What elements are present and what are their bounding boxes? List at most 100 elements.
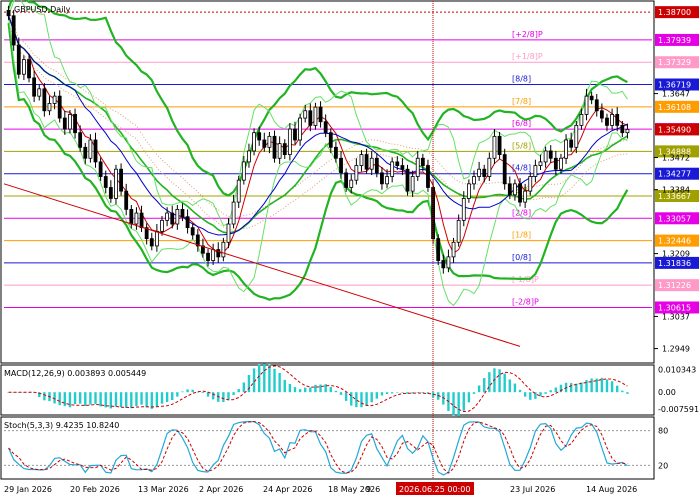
macd-bar (605, 379, 609, 393)
candle-body (528, 176, 533, 192)
candle-body (98, 161, 103, 177)
macd-bar (390, 392, 394, 394)
candle-body (185, 216, 190, 229)
candle-body (221, 241, 226, 258)
price-tick-label: 1.3472 (662, 154, 690, 163)
candle-body (497, 135, 502, 156)
macd-bar (385, 392, 389, 395)
macd-bar (298, 389, 302, 393)
price-tick-label: 1.2949 (662, 345, 690, 354)
macd-bar (150, 392, 153, 409)
candle-body (27, 59, 31, 79)
candle-body (88, 139, 93, 159)
candle-body (344, 172, 349, 188)
candle-body (574, 124, 579, 148)
candle-body (62, 117, 67, 130)
candle-body (37, 88, 42, 97)
macd-bar (73, 392, 77, 405)
murrey-label: [8/8] (512, 74, 531, 83)
macd-bar (626, 392, 629, 394)
candle-body (538, 161, 543, 166)
murrey-price: 1.32446 (658, 237, 691, 246)
candle-body (599, 110, 604, 119)
candle-body (451, 241, 456, 258)
macd-bar (513, 383, 517, 393)
macd-bar (314, 384, 317, 393)
macd-bar (186, 389, 189, 393)
candle-body (241, 161, 246, 181)
x-axis-label: 2 Apr 2026 (199, 485, 243, 494)
candle-body (11, 15, 16, 46)
candle-body (446, 256, 451, 269)
candle-body (523, 190, 528, 203)
macd-bar (283, 379, 286, 393)
macd-bar (181, 391, 184, 393)
macd-bar (554, 387, 558, 393)
candle-body (267, 135, 272, 148)
candle-body (226, 223, 231, 243)
candle-body (32, 77, 37, 97)
candle-body (502, 154, 507, 185)
macd-bar (344, 392, 348, 401)
murrey-label: [0/8] (512, 253, 531, 262)
candle-body (380, 172, 384, 185)
macd-bar (165, 392, 169, 403)
candle-body (108, 187, 113, 199)
candle-body (605, 117, 609, 126)
murrey-price: 1.34277 (658, 170, 691, 179)
macd-bar (130, 392, 133, 409)
candle-body (293, 128, 297, 141)
macd-bar (288, 383, 292, 393)
candle-body (472, 176, 476, 185)
murrey-label: [7/8] (512, 97, 531, 106)
candle-body (165, 212, 170, 221)
macd-bar (370, 392, 373, 403)
candle-body (252, 132, 256, 152)
candle-body (420, 157, 425, 166)
candle-body (564, 139, 568, 159)
candle-body (16, 44, 21, 75)
candle-body (68, 114, 72, 130)
candle-body (364, 154, 369, 170)
candle-body (52, 95, 57, 104)
macd-bar (232, 392, 235, 396)
candle-body (277, 143, 282, 159)
price-chart[interactable]: 1.38700 [+2/8]P 1.37939 [+1/8]P 1.37329 [8/8]… (0, 0, 700, 500)
candle-body (395, 161, 400, 166)
candle-body (22, 59, 26, 75)
candle-body (426, 165, 430, 188)
candle-body (129, 208, 134, 225)
macd-bar (176, 392, 179, 397)
macd-bar (350, 392, 353, 406)
macd-bar (539, 392, 542, 397)
macd-bar (278, 372, 281, 393)
candle-body (175, 208, 180, 225)
macd-tick-label: 0.00 (658, 388, 676, 397)
macd-bar (140, 392, 143, 405)
candle-body (42, 88, 47, 112)
macd-bar (585, 380, 588, 393)
macd-bar (309, 387, 312, 393)
candle-body (154, 230, 159, 247)
x-axis-label: 20 Feb 2026 (70, 485, 120, 494)
macd-bar (78, 392, 82, 404)
macd-bar (498, 369, 501, 393)
murrey-price: 1.36719 (658, 80, 691, 89)
macd-bar (237, 389, 240, 393)
murrey-price: 1.30615 (658, 303, 691, 312)
candle-body (369, 157, 374, 170)
macd-bar (329, 387, 332, 393)
candle-body (257, 132, 262, 141)
macd-bar (104, 392, 107, 408)
candle-body (584, 95, 589, 115)
x-axis-label: 29 Jan 2026 (4, 485, 52, 494)
macd-bar (242, 382, 246, 393)
macd-bar (43, 392, 46, 401)
macd-bar (227, 392, 230, 400)
macd-bar (529, 392, 532, 400)
x-axis-label: 23 Jul 2026 (510, 485, 555, 494)
candle-body (548, 150, 553, 159)
candle-body (6, 9, 11, 17)
candle-body (170, 212, 175, 225)
murrey-label: [+1/8]P (512, 52, 543, 61)
